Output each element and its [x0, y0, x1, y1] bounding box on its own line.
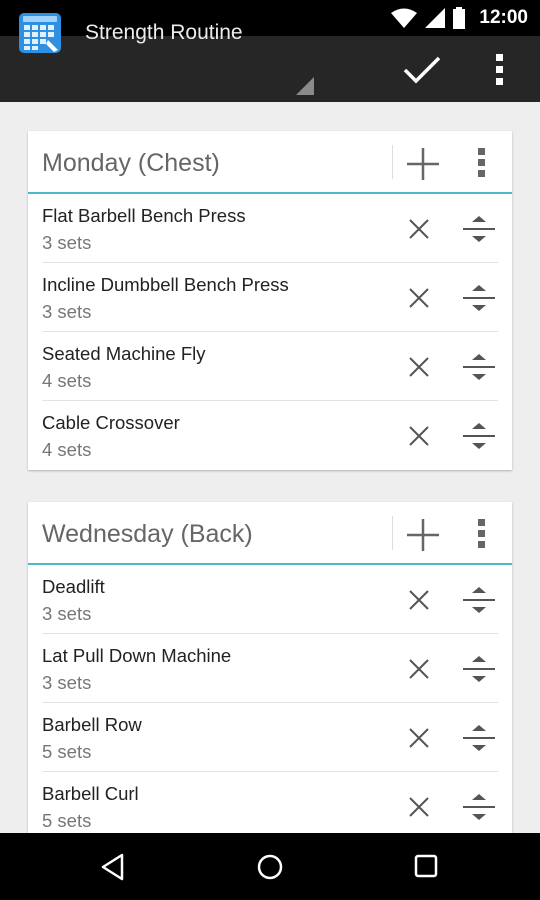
drag-handle-icon[interactable] [462, 214, 496, 244]
action-bar [0, 36, 540, 102]
exercise-name: Deadlift [42, 576, 105, 597]
exercise-row[interactable]: Flat Barbell Bench Press 3 sets [42, 194, 498, 263]
status-bar: 12:00 [0, 0, 540, 36]
back-icon[interactable] [100, 853, 126, 881]
remove-exercise-icon[interactable] [408, 658, 430, 680]
remove-exercise-icon[interactable] [408, 796, 430, 818]
routine-list[interactable]: Monday (Chest) Flat Barbell Bench Press … [0, 102, 540, 833]
exercise-sets: 3 sets [42, 603, 92, 624]
exercise-row[interactable]: Seated Machine Fly 4 sets [42, 332, 498, 401]
recent-apps-icon[interactable] [414, 854, 438, 878]
exercise-row[interactable]: Barbell Row 5 sets [42, 703, 498, 772]
day-card-header: Monday (Chest) [28, 131, 512, 194]
exercise-sets: 3 sets [42, 672, 92, 693]
status-clock: 12:00 [479, 7, 528, 28]
exercise-name: Barbell Curl [42, 783, 139, 804]
exercise-sets: 4 sets [42, 439, 92, 460]
drag-handle-icon[interactable] [462, 352, 496, 382]
exercise-row[interactable]: Barbell Curl 5 sets [42, 772, 498, 833]
remove-exercise-icon[interactable] [408, 727, 430, 749]
day-card-wednesday: Wednesday (Back) Deadlift 3 sets Lat Pul… [28, 502, 512, 833]
routine-title-spinner[interactable]: Strength Routine [85, 21, 243, 45]
drag-handle-icon[interactable] [462, 585, 496, 615]
drag-handle-icon[interactable] [462, 283, 496, 313]
remove-exercise-icon[interactable] [408, 425, 430, 447]
spinner-triangle-icon [296, 77, 314, 95]
exercise-name: Seated Machine Fly [42, 343, 206, 364]
exercise-sets: 5 sets [42, 810, 92, 831]
exercise-name: Barbell Row [42, 714, 142, 735]
drag-handle-icon[interactable] [462, 723, 496, 753]
exercise-name: Cable Crossover [42, 412, 180, 433]
day-card-monday: Monday (Chest) Flat Barbell Bench Press … [28, 131, 512, 470]
calendar-app-icon[interactable] [18, 12, 62, 54]
exercise-row[interactable]: Deadlift 3 sets [42, 565, 498, 634]
day-title: Wednesday (Back) [42, 520, 253, 548]
system-nav-bar [0, 833, 540, 900]
home-icon[interactable] [256, 853, 284, 881]
remove-exercise-icon[interactable] [408, 218, 430, 240]
remove-exercise-icon[interactable] [408, 287, 430, 309]
exercise-row[interactable]: Cable Crossover 4 sets [42, 401, 498, 470]
exercise-name: Lat Pull Down Machine [42, 645, 232, 666]
exercise-sets: 4 sets [42, 370, 92, 391]
add-exercise-icon[interactable] [406, 147, 440, 181]
day-overflow-icon[interactable] [472, 145, 492, 181]
day-card-header: Wednesday (Back) [28, 502, 512, 565]
exercise-sets: 5 sets [42, 741, 92, 762]
exercise-sets: 3 sets [42, 232, 92, 253]
battery-icon [453, 7, 466, 29]
exercise-row[interactable]: Incline Dumbbell Bench Press 3 sets [42, 263, 498, 332]
done-check-icon[interactable] [402, 55, 442, 85]
day-title: Monday (Chest) [42, 149, 220, 177]
remove-exercise-icon[interactable] [408, 589, 430, 611]
exercise-name: Flat Barbell Bench Press [42, 205, 246, 226]
drag-handle-icon[interactable] [462, 654, 496, 684]
header-divider [392, 516, 393, 550]
exercise-name: Incline Dumbbell Bench Press [42, 274, 289, 295]
header-divider [392, 145, 393, 179]
drag-handle-icon[interactable] [462, 421, 496, 451]
add-exercise-icon[interactable] [406, 518, 440, 552]
overflow-menu-icon[interactable] [486, 50, 514, 90]
drag-handle-icon[interactable] [462, 792, 496, 822]
exercise-row[interactable]: Lat Pull Down Machine 3 sets [42, 634, 498, 703]
exercise-sets: 3 sets [42, 301, 92, 322]
cell-signal-icon [425, 8, 446, 28]
day-overflow-icon[interactable] [472, 516, 492, 552]
wifi-icon [391, 8, 418, 28]
remove-exercise-icon[interactable] [408, 356, 430, 378]
